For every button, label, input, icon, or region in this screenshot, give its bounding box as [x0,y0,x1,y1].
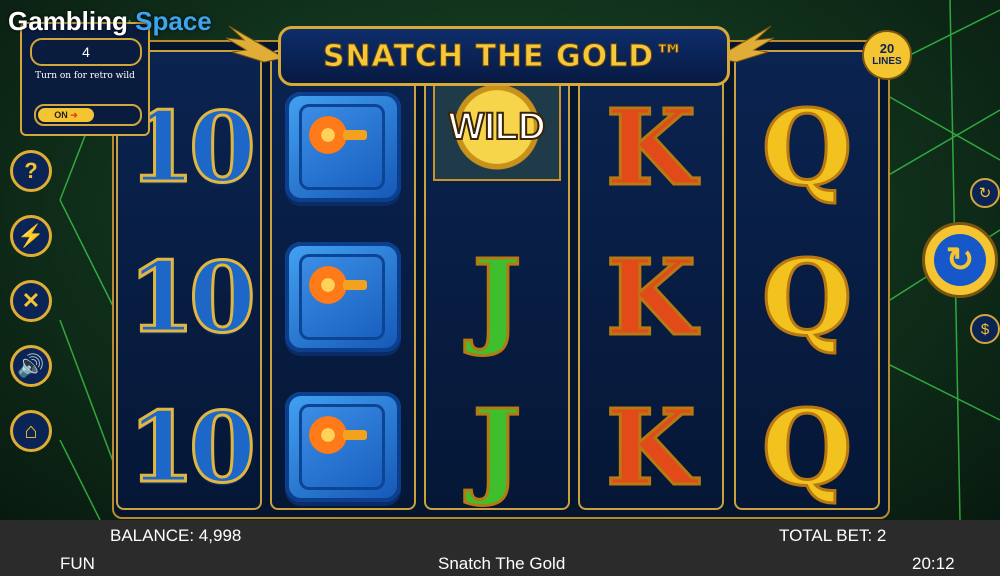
bet-button[interactable]: $ [970,314,1000,344]
symbol-q: Q [760,384,854,510]
reel-2 [270,50,416,510]
settings-icon: ✕ [21,288,41,313]
game-title-banner: SNATCH THE GOLD™ [278,26,730,86]
game-title: SNATCH THE GOLD™ [322,38,686,74]
coin-icon: $ [980,320,990,338]
spin-icon: ↻ [945,241,975,279]
symbol-safe-icon [272,222,414,372]
game-name-label: Snatch The Gold [438,554,566,573]
status-bar: BALANCE: 4,998 TOTAL BET: 2 FUN Snatch T… [0,520,1000,576]
symbol-k: K [604,84,697,210]
left-wing-icon [225,25,286,63]
lines-label: LINES [872,56,902,67]
lines-number: 20 [879,41,895,56]
symbol-safe-icon [272,72,414,222]
toggle-label: ON [54,110,68,120]
mode-label: FUN [60,554,95,573]
symbol-q: Q [760,84,854,210]
toggle-on-pill[interactable]: ON ➜ [38,108,94,122]
reel-4: K K K [578,50,724,510]
symbol-ten: 10 [127,389,258,505]
autoplay-icon: ↻ [978,185,992,202]
sound-icon: 🔊 [17,353,45,378]
symbol-j: J [471,234,523,360]
retro-wild-caption: Turn on for retro wild [35,71,135,81]
symbol-ten: 10 [127,239,258,355]
home-icon: ⌂ [24,418,38,443]
brand-part1: Gambling [8,6,128,36]
clock-label: 20:12 [912,554,955,573]
home-button[interactable]: ⌂ [10,410,52,452]
brand-watermark: Gambling Space [8,6,212,37]
symbol-k: K [604,384,697,510]
help-icon: ? [24,158,38,183]
sound-button[interactable]: 🔊 [10,345,52,387]
retro-wild-value: 4 [30,38,142,66]
symbol-j: J [471,384,523,510]
autoplay-button[interactable]: ↻ [970,178,1000,208]
lines-badge: 20 LINES [862,30,912,80]
settings-button[interactable]: ✕ [10,280,52,322]
turbo-button[interactable]: ⚡ [10,215,52,257]
help-button[interactable]: ? [10,150,52,192]
total-bet-label: TOTAL BET: 2 [779,526,887,545]
symbol-safe-icon [272,372,414,522]
balance-label: BALANCE: 4,998 [110,526,242,545]
spin-button[interactable]: ↻ [922,222,998,298]
retro-wild-toggle[interactable]: ON ➜ [34,104,142,126]
symbol-k: K [604,234,697,360]
brand-part2: Space [135,6,212,36]
reel-3: WILD J J [424,50,570,510]
lightning-icon: ⚡ [17,223,45,248]
retro-wild-panel: 4 Turn on for retro wild ON ➜ [20,22,150,136]
symbol-q: Q [760,234,854,360]
reel-5: Q Q Q [734,50,880,510]
arrow-right-icon: ➜ [70,110,78,120]
